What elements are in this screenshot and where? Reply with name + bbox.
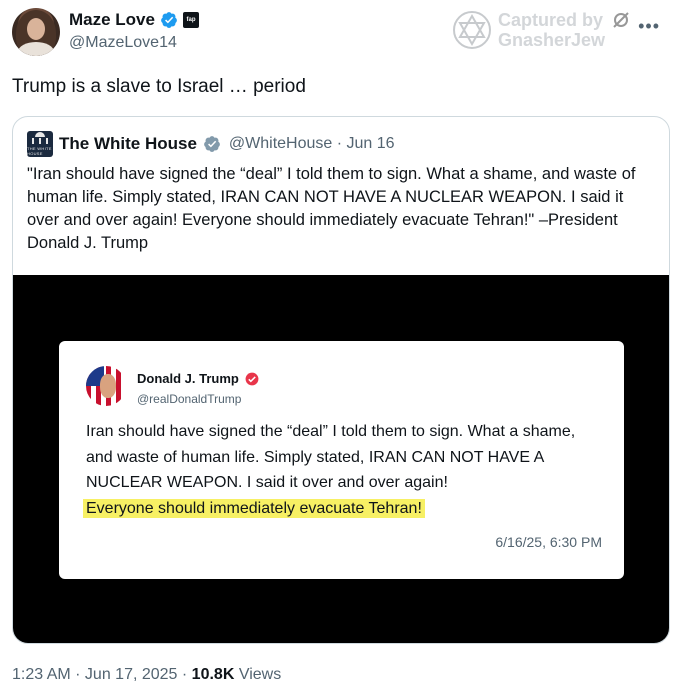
- fork-icon: [613, 12, 629, 28]
- views-label: Views: [234, 666, 282, 683]
- tweet-footer: 1:23 AM · Jun 17, 2025 · 10.8K Views: [12, 666, 281, 684]
- white-house-logo: THE WHITE HOUSE: [27, 131, 53, 157]
- tweet-text: Trump is a slave to Israel … period: [12, 76, 306, 97]
- quote-header: THE WHITE HOUSE The White House @WhiteHo…: [27, 131, 395, 157]
- embedded-timestamp: 6/16/25, 6:30 PM: [495, 534, 602, 550]
- author-name-row: Maze Love fap: [69, 10, 199, 30]
- star-of-david-icon: [453, 11, 491, 49]
- quote-text: "Iran should have signed the “deal” I to…: [27, 165, 636, 252]
- quote-media-image[interactable]: Donald J. Trump @realDonaldTrump Iran sh…: [13, 275, 669, 643]
- affiliate-badge-icon[interactable]: fap: [182, 12, 199, 28]
- embedded-post-card: Donald J. Trump @realDonaldTrump Iran sh…: [59, 341, 624, 579]
- quote-handle-date: @WhiteHouse · Jun 16: [228, 135, 395, 152]
- watermark-line1: Captured by: [498, 10, 604, 30]
- verified-badge-icon: [161, 12, 177, 28]
- more-icon[interactable]: •••: [638, 16, 660, 37]
- highlighted-text: Everyone should immediately evacuate Teh…: [83, 498, 425, 518]
- author-display-name[interactable]: Maze Love: [69, 10, 155, 30]
- watermark-line2: GnasherJew: [498, 30, 606, 50]
- embedded-display-name: Donald J. Trump: [137, 371, 239, 386]
- embedded-text: Iran should have signed the “deal” I tol…: [83, 419, 606, 521]
- watermark: Captured by GnasherJew: [452, 10, 631, 50]
- embedded-text-plain: Iran should have signed the “deal” I tol…: [86, 423, 576, 491]
- avatar[interactable]: [12, 8, 60, 56]
- gray-verified-badge-icon: [204, 136, 220, 152]
- embedded-handle: @realDonaldTrump: [137, 392, 242, 406]
- tweet-header: Maze Love fap @MazeLove14 Captured by Gn…: [12, 8, 668, 58]
- quote-tweet[interactable]: THE WHITE HOUSE The White House @WhiteHo…: [12, 116, 670, 644]
- views-count: 10.8K: [191, 666, 235, 683]
- trump-avatar: [86, 366, 126, 406]
- embedded-name-row: Donald J. Trump: [137, 371, 259, 386]
- truth-verified-icon: [245, 372, 259, 385]
- tweet-timestamp[interactable]: 1:23 AM · Jun 17, 2025 ·: [12, 666, 192, 683]
- author-handle[interactable]: @MazeLove14: [69, 34, 177, 52]
- quote-display-name: The White House: [59, 134, 197, 153]
